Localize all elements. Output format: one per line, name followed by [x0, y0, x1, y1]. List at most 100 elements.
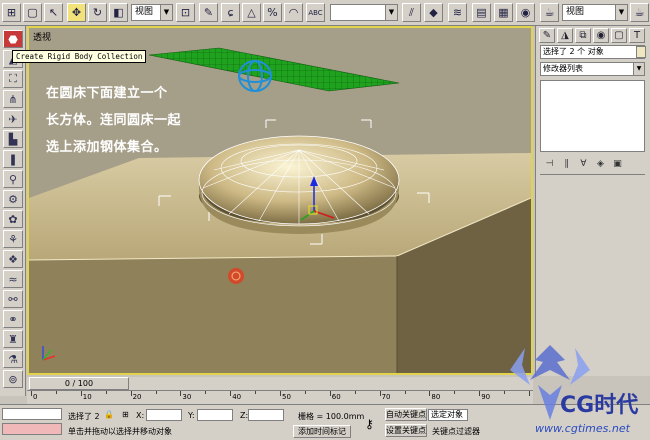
command-panel: ✎ ◮ ⧉ ◉ ▢ T 选择了 2 个 对象 修改器列表 ▼ ⊣ ∥ ∀ ◈ ▣	[535, 26, 650, 376]
scale-icon[interactable]: ◧	[109, 3, 128, 22]
object-color-swatch[interactable]	[636, 46, 646, 58]
ruler-label: 50	[282, 393, 291, 401]
snap-3d-icon[interactable]: ɕ	[221, 3, 240, 22]
ruler-tick	[130, 391, 132, 396]
preview-animation-icon[interactable]: ⊚	[3, 370, 23, 388]
pivot-icon[interactable]: ⊡	[176, 3, 195, 22]
layer-manager-icon[interactable]: ≋	[448, 3, 467, 22]
ruler-tick	[454, 391, 456, 394]
render-type-dropdown[interactable]: 视图 ▼	[562, 4, 628, 21]
z-label: Z:	[240, 411, 249, 420]
tooltip: Create Rigid Body Collection	[12, 50, 147, 63]
ruler-tick	[155, 391, 157, 394]
maxscript-output-field[interactable]	[2, 423, 62, 435]
reference-coordinate-dropdown[interactable]: 视图 ▼	[131, 4, 173, 21]
track-bar[interactable]: 0 10 20 30 40 50 60 70 80 90	[27, 390, 533, 404]
ruler-tick	[80, 391, 82, 396]
prismatic-icon[interactable]: ⚗	[3, 350, 23, 368]
perspective-viewport[interactable]: 透视 在圆床下面建立一个 长方体。连同圆床一起 选上添加钢体集合。	[27, 26, 533, 375]
utilities-tab-icon[interactable]: T	[629, 28, 645, 43]
ruler-tick	[105, 391, 107, 394]
angle-snap-icon[interactable]: △	[242, 3, 261, 22]
ragdoll-icon[interactable]: ♜	[3, 330, 23, 348]
modifier-stack-list[interactable]	[540, 80, 645, 152]
create-tab-icon[interactable]: ✎	[539, 28, 555, 43]
prompt-line: 单击并拖动以选择并移动对象	[64, 426, 292, 438]
rigid-body-collection-icon[interactable]: ⬣	[3, 30, 23, 48]
undo-icon[interactable]: ⊞	[2, 3, 21, 22]
chevron-down-icon: ▼	[615, 5, 627, 20]
show-end-result-icon[interactable]: ∥	[559, 157, 574, 170]
soft-body-collection-icon[interactable]: ⛶	[3, 70, 23, 88]
hinge-icon[interactable]: ⚭	[3, 310, 23, 328]
ruler-label: 40	[232, 393, 242, 401]
curve-editor-icon[interactable]: ▤	[472, 3, 491, 22]
maxscript-listener-field[interactable]	[2, 408, 62, 420]
ruler-tick	[230, 391, 232, 396]
selected-objects-dropdown[interactable]: 选定对象	[428, 409, 468, 421]
status-bar: 选择了 2 🔒 ⊞ X: Y: Z: 栅格 = 100.0mm ⚷ 自动关键点 …	[0, 404, 650, 440]
dashpot-icon[interactable]: ⚲	[3, 170, 23, 188]
key-filters-button[interactable]: 关键点过滤器	[432, 426, 480, 437]
display-tab-icon[interactable]: ▢	[611, 28, 627, 43]
quick-render-icon[interactable]: ☕	[630, 3, 649, 22]
toy-car-icon[interactable]: ⚘	[3, 230, 23, 248]
pin-stack-icon[interactable]: ⊣	[542, 157, 557, 170]
auto-key-button[interactable]: 自动关键点	[385, 408, 427, 421]
ruler-label: 70	[381, 393, 391, 401]
set-key-button[interactable]: 设置关键点	[385, 424, 427, 437]
plane-icon[interactable]: ▙	[3, 130, 23, 148]
modify-tab-icon[interactable]: ◮	[557, 28, 573, 43]
remove-modifier-icon[interactable]: ◈	[593, 157, 608, 170]
ruler-tick	[205, 391, 207, 394]
select-region-icon[interactable]: ▢	[23, 3, 42, 22]
ruler-tick	[55, 391, 57, 394]
reference-coordinate-value: 视图	[135, 7, 154, 17]
hierarchy-tab-icon[interactable]: ⧉	[575, 28, 591, 43]
add-time-tag-button[interactable]: 添加时间标记	[293, 425, 351, 438]
ruler-tick	[404, 391, 406, 394]
y-coordinate-field[interactable]	[197, 409, 233, 421]
render-setup-icon[interactable]: ☕	[540, 3, 559, 22]
configure-sets-icon[interactable]: ▣	[610, 157, 625, 170]
constraint-solver-icon[interactable]: ⚯	[3, 290, 23, 308]
align-icon[interactable]: ◆	[424, 3, 443, 22]
spinner-snap-icon[interactable]: ◠	[284, 3, 303, 22]
motion-tab-icon[interactable]: ◉	[593, 28, 609, 43]
ruler-label: 90	[481, 393, 491, 401]
ruler-label: 10	[82, 393, 92, 401]
motor-icon[interactable]: ⚙	[3, 190, 23, 208]
move-icon[interactable]: ✥	[67, 3, 86, 22]
schematic-view-icon[interactable]: ▦	[494, 3, 513, 22]
select-object-icon[interactable]: ↖	[44, 3, 63, 22]
x-coordinate-field[interactable]	[146, 409, 182, 421]
make-unique-icon[interactable]: ∀	[576, 157, 591, 170]
render-type-value: 视图	[566, 7, 585, 17]
water-icon[interactable]: ≈	[3, 270, 23, 288]
absolute-mode-icon[interactable]: ⊞	[122, 410, 129, 419]
selection-name-field[interactable]: 选择了 2 个 对象	[540, 45, 645, 59]
material-editor-icon[interactable]: ◉	[516, 3, 535, 22]
percent-snap-icon[interactable]: %	[263, 3, 282, 22]
spring-icon[interactable]: ❚	[3, 150, 23, 168]
key-icon[interactable]: ⚷	[365, 417, 374, 431]
viewport-label[interactable]: 透视	[33, 30, 51, 43]
z-coordinate-field[interactable]	[248, 409, 284, 421]
select-manipulate-icon[interactable]: ✎	[199, 3, 218, 22]
wind-icon[interactable]: ✿	[3, 210, 23, 228]
mirror-icon[interactable]: ⫽	[402, 3, 421, 22]
named-selection-dropdown[interactable]: ▼	[330, 4, 398, 21]
caption-line-3: 选上添加钢体集合。	[46, 140, 168, 155]
time-slider-bar[interactable]: 0 / 100	[27, 377, 533, 390]
chevron-down-icon: ▼	[385, 5, 397, 20]
rotate-icon[interactable]: ↻	[88, 3, 107, 22]
edit-named-selection-icon[interactable]: ABC	[306, 3, 325, 22]
lock-icon[interactable]: 🔒	[104, 410, 114, 419]
abc-label: ABC	[308, 8, 323, 17]
modifier-list-dropdown[interactable]: 修改器列表 ▼	[540, 62, 645, 76]
time-slider[interactable]: 0 / 100	[29, 377, 129, 390]
fracture-icon[interactable]: ❖	[3, 250, 23, 268]
rope-collection-icon[interactable]: ⋔	[3, 90, 23, 108]
deforming-mesh-icon[interactable]: ✈	[3, 110, 23, 128]
ruler-tick	[379, 391, 381, 396]
